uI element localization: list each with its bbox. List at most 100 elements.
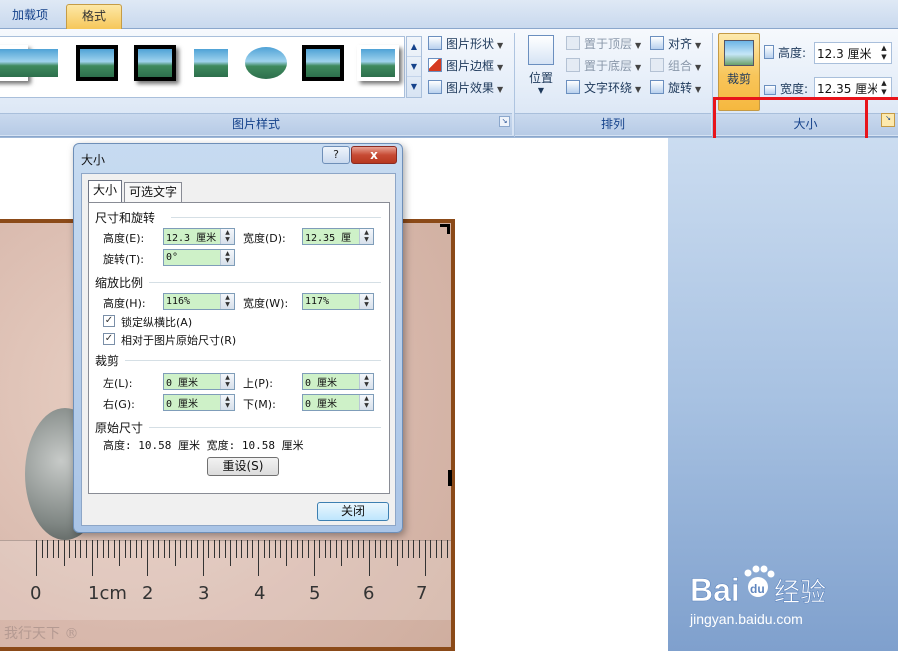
tab-size[interactable]: 大小 [88,180,123,202]
spinner-arrows-icon[interactable]: ▲ ▼ [359,374,373,389]
crop-bottom-field[interactable]: ▲▼ [302,394,374,411]
group-button[interactable]: 组合 ▼ [650,56,701,76]
close-button[interactable]: 关闭 [317,502,389,521]
section-title: 原始尺寸 [95,421,144,435]
spinner-arrows-icon[interactable]: ▲ ▼ [220,229,234,244]
spinner-arrows-icon[interactable]: ▲ ▼ [879,79,889,97]
ribbon-height-spinner[interactable]: ▲▼ [814,42,892,64]
ruler-tick [307,540,309,558]
ruler-tick [152,540,154,558]
style-thumb-2[interactable] [20,45,62,81]
spinner-arrows-icon[interactable]: ▲ ▼ [359,294,373,309]
crop-top-field[interactable]: ▲▼ [302,373,374,390]
ruler-tick [224,540,226,558]
crop-bottom-label: 下(M): [243,398,276,411]
spinner-arrows-icon[interactable]: ▲ ▼ [220,294,234,309]
width-input[interactable] [305,230,357,243]
style-thumb-8[interactable] [357,45,399,81]
bring-to-front-button[interactable]: 置于顶层 ▼ [566,34,641,54]
crop-right-field[interactable]: ▲▼ [163,394,235,411]
width-field[interactable]: ▲▼ [302,228,374,245]
rotate-field[interactable]: ▲▼ [163,249,235,266]
gallery-up-icon[interactable]: ▲ [407,37,421,57]
scale-height-input[interactable] [166,295,218,308]
send-to-back-button[interactable]: 置于底层 ▼ [566,56,641,76]
crop-left-input[interactable] [166,375,218,388]
ruler-tick [119,540,121,566]
ribbon-width-spinner[interactable]: ▲▼ [814,77,892,99]
ruler-tick [418,540,420,558]
ribbon-height-input[interactable] [817,45,877,61]
tab-alt-text[interactable]: 可选文字 [124,182,183,202]
spinner-arrows-icon[interactable]: ▲ ▼ [359,229,373,244]
text-wrap-button[interactable]: 文字环绕 ▼ [566,78,641,98]
ruler-tick [69,540,71,558]
ruler-tick [285,540,287,566]
baidu-url: jingyan.baidu.com [690,611,803,627]
tab-addins[interactable]: 加载项 [4,4,56,29]
ruler-tick [391,540,393,558]
ruler-tick [274,540,276,558]
ribbon-width-input[interactable] [817,80,877,96]
scale-width-field[interactable]: ▲▼ [302,293,374,310]
crop-right-input[interactable] [166,396,218,409]
close-icon[interactable]: x [351,146,397,164]
ruler-tick [63,540,65,566]
gallery-down-icon[interactable]: ▼ [407,57,421,77]
spinner-arrows-icon[interactable]: ▲ ▼ [220,250,234,265]
spinner-arrows-icon[interactable]: ▲ ▼ [220,374,234,389]
height-field[interactable]: ▲▼ [163,228,235,245]
rotate-button[interactable]: 旋转 ▼ [650,78,701,98]
ruler-tick [52,540,54,558]
gallery-scroll[interactable]: ▲ ▼ ▼ [406,36,422,98]
crop-top-input[interactable] [305,375,357,388]
ruler-number: 2 [142,583,154,604]
style-thumb-6[interactable] [245,45,287,81]
ruler-tick [435,540,437,558]
align-button[interactable]: 对齐 ▼ [650,34,701,54]
ruler-tick [74,540,76,558]
lock-aspect-checkbox[interactable]: ✓ [103,315,115,327]
crop-left-field[interactable]: ▲▼ [163,373,235,390]
crop-bottom-input[interactable] [305,396,357,409]
ruler-tick [41,540,43,558]
scale-height-field[interactable]: ▲▼ [163,293,235,310]
reset-button[interactable]: 重设(S) [207,457,279,476]
style-thumb-7[interactable] [302,45,344,81]
style-thumb-5[interactable] [190,45,232,81]
height-input[interactable] [166,230,218,243]
style-thumb-3[interactable] [76,45,118,81]
resize-handle[interactable] [440,224,450,234]
spinner-arrows-icon[interactable]: ▲ ▼ [359,395,373,410]
position-button[interactable]: 位置 ▼ [522,35,560,109]
ruler-tick [85,540,87,558]
picture-shape-button[interactable]: 图片形状 ▼ [428,34,503,54]
resize-handle-side[interactable] [448,470,452,486]
picture-style-gallery[interactable] [0,36,405,98]
ruler-tick [324,540,326,558]
ribbon-tab-bar: 加载项 格式 [0,0,898,29]
ruler-tick [352,540,354,558]
height-icon [764,45,774,59]
baidu-logo: Bai du 经验 [690,565,826,608]
spinner-arrows-icon[interactable]: ▲ ▼ [220,395,234,410]
rotate-input[interactable] [166,251,218,264]
picture-border-button[interactable]: 图片边框 ▼ [428,56,503,76]
picture-effects-button[interactable]: 图片效果 ▼ [428,78,503,98]
ruler-tick [113,540,115,558]
ruler-tick [147,540,148,576]
ruler-tick [208,540,210,558]
picture-styles-launcher-icon[interactable]: ↘ [499,116,510,127]
spinner-arrows-icon[interactable]: ▲ ▼ [879,44,889,62]
picture-shape-icon [428,36,442,50]
help-button[interactable]: ? [322,146,350,164]
dialog-title: 大小 [81,153,106,167]
tab-format[interactable]: 格式 [66,4,122,29]
ruler-tick [407,540,409,558]
ruler-tick [246,540,248,558]
style-thumb-4[interactable] [134,45,176,81]
gallery-more-icon[interactable]: ▼ [407,77,421,97]
scale-width-input[interactable] [305,295,357,308]
ruler-number: 1cm [88,583,127,604]
relative-size-checkbox[interactable]: ✓ [103,333,115,345]
